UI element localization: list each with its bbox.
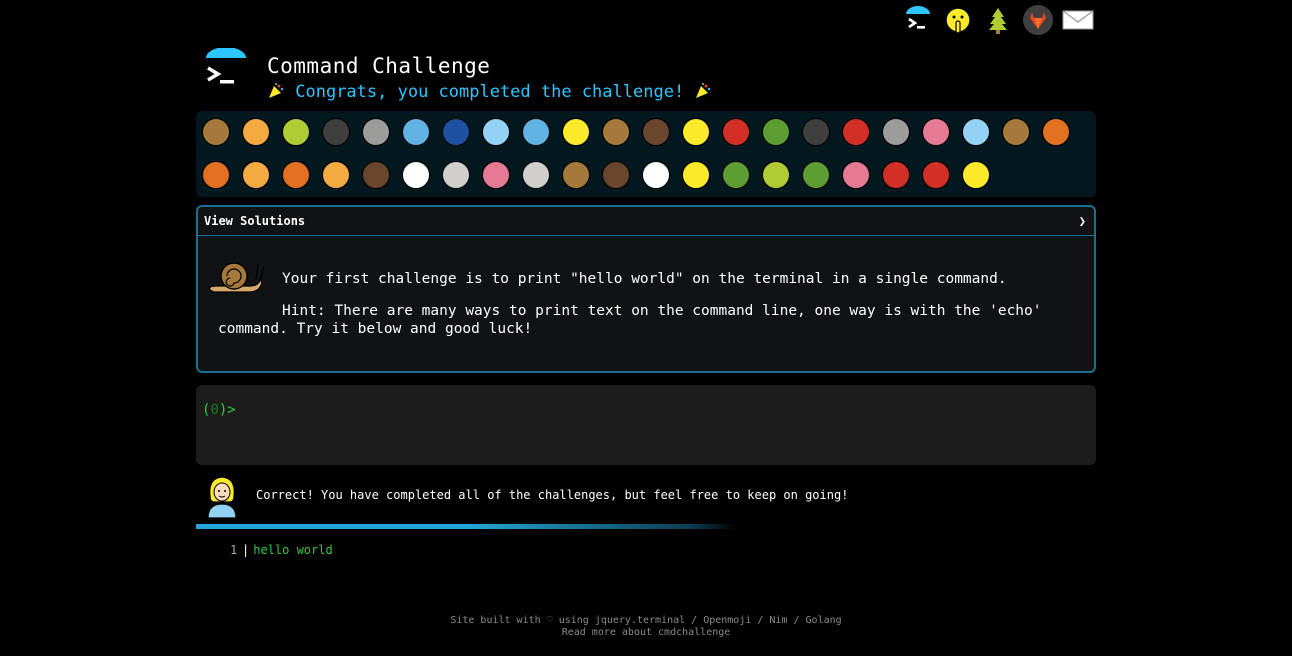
about-link[interactable]: Read more about cmdchallenge <box>562 627 731 638</box>
badge-cow-face-icon[interactable] <box>439 158 473 192</box>
badge-lady-beetle-icon[interactable] <box>719 115 753 149</box>
footer-credits: Site built with ♡ using jquery.terminal … <box>450 615 842 626</box>
page-title: Command Challenge <box>267 54 491 78</box>
badge-spider-web-icon[interactable] <box>359 115 393 149</box>
badge-snail-icon[interactable] <box>199 115 233 149</box>
badge-butterfly-icon[interactable] <box>239 115 273 149</box>
badge-peacock-icon[interactable] <box>719 158 753 192</box>
chevron-right-icon: ❯ <box>1078 214 1086 228</box>
badge-microbe-icon[interactable] <box>959 115 993 149</box>
badge-horse-face-icon[interactable] <box>359 158 393 192</box>
party-popper-icon <box>267 83 285 99</box>
badge-spider-icon[interactable] <box>799 115 833 149</box>
woman-icon <box>204 474 240 519</box>
badge-rose-icon[interactable] <box>879 158 913 192</box>
snail-icon <box>206 256 265 294</box>
badge-ant-icon[interactable] <box>319 115 353 149</box>
badge-frog-icon[interactable] <box>759 158 793 192</box>
badge-cricket-icon[interactable] <box>759 115 793 149</box>
challenge-hint: Hint: There are many ways to print text … <box>218 303 1042 337</box>
badge-cat-face-icon[interactable] <box>239 158 273 192</box>
badge-bear-icon[interactable] <box>599 158 633 192</box>
badge-honeybee-icon[interactable] <box>679 115 713 149</box>
top-icon-bar <box>898 2 1098 38</box>
badge-dolphin-icon[interactable] <box>439 115 473 149</box>
history-separator: | <box>242 543 250 557</box>
success-text: Correct! You have completed all of the c… <box>256 488 849 502</box>
badge-lion-icon[interactable] <box>279 158 313 192</box>
badge-unicorn-icon[interactable] <box>399 158 433 192</box>
badge-pig-face-icon[interactable] <box>479 158 513 192</box>
badge-shark-icon[interactable] <box>479 115 513 149</box>
badge-wolf-icon[interactable] <box>639 115 673 149</box>
badge-hatching-chick-icon[interactable] <box>679 158 713 192</box>
prompt-close: )> <box>218 402 236 418</box>
view-solutions-toggle[interactable]: View Solutions ❯ <box>198 207 1094 236</box>
progress-bar <box>196 524 1096 529</box>
terminal-prompt: (0)> <box>202 402 236 418</box>
badge-scorpion-icon[interactable] <box>839 115 873 149</box>
page-subtitle: Congrats, you completed the challenge! <box>267 82 712 102</box>
history-line-number: 1 <box>230 543 238 557</box>
badge-blowfish-icon[interactable] <box>599 115 633 149</box>
badge-mouse-face-icon[interactable] <box>519 158 553 192</box>
badge-fly-icon[interactable] <box>879 115 913 149</box>
badge-worm-icon[interactable] <box>919 115 953 149</box>
gitlab-icon[interactable] <box>1018 2 1058 38</box>
badge-tiger-face-icon[interactable] <box>319 158 353 192</box>
challenge-description: Your first challenge is to print "hello … <box>282 271 1007 287</box>
evergreen-tree-icon[interactable] <box>978 2 1018 38</box>
badge-whale-icon[interactable] <box>399 115 433 149</box>
badge-hibiscus-icon[interactable] <box>919 158 953 192</box>
badge-fish-icon[interactable] <box>519 115 553 149</box>
badge-dragon-face-icon[interactable] <box>799 158 833 192</box>
badge-fox-icon[interactable] <box>199 158 233 192</box>
badge-monkey-face-icon[interactable] <box>999 115 1033 149</box>
result-message: Correct! You have completed all of the c… <box>204 474 848 519</box>
challenge-panel: View Solutions ❯ Your first challenge is… <box>196 205 1096 373</box>
challenge-badges <box>196 111 1096 197</box>
envelope-icon[interactable] <box>1058 2 1098 38</box>
history-output: hello world <box>253 543 333 557</box>
shush-face-icon[interactable] <box>938 2 978 38</box>
badge-dog-face-icon[interactable] <box>1039 115 1073 149</box>
party-popper-icon <box>694 83 712 99</box>
badge-tropical-fish-icon[interactable] <box>559 115 593 149</box>
terminal-icon[interactable] <box>898 2 938 38</box>
site-footer: Site built with ♡ using jquery.terminal … <box>196 615 1096 639</box>
page-header: Command Challenge Congrats, you complete… <box>202 47 711 102</box>
badge-sunflower-icon[interactable] <box>959 158 993 192</box>
terminal-input[interactable]: (0)> <box>196 385 1096 465</box>
badge-hamster-icon[interactable] <box>559 158 593 192</box>
logo-icon <box>202 47 250 96</box>
badge-caterpillar-icon[interactable] <box>279 115 313 149</box>
badge-panda-icon[interactable] <box>639 158 673 192</box>
subtitle-text: Congrats, you completed the challenge! <box>295 82 685 102</box>
prompt-count: 0 <box>210 402 219 418</box>
command-history: 1 | hello world <box>230 543 333 557</box>
badge-cherry-blossom-icon[interactable] <box>839 158 873 192</box>
view-solutions-label: View Solutions <box>204 214 306 228</box>
